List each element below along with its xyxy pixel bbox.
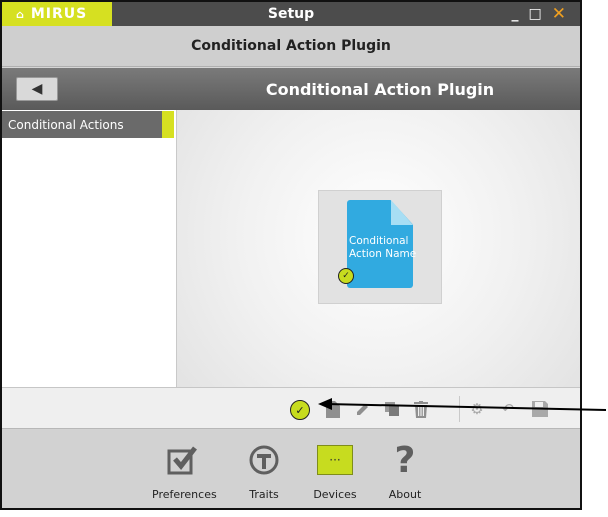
sidebar-item-conditional-actions[interactable]: Conditional Actions <box>2 111 174 138</box>
maximize-button[interactable]: □ <box>529 6 542 22</box>
sidebar: Conditional Actions <box>2 110 177 387</box>
content-area: Conditional Action Name ✓ <box>177 110 580 387</box>
close-button[interactable]: ✕ <box>552 4 566 24</box>
nav-bar: ◀ Conditional Action Plugin <box>2 68 580 110</box>
title-bar: ⌂ MIRUS Setup _ □ ✕ <box>2 2 580 26</box>
nav-traits[interactable]: Traits <box>239 441 289 501</box>
checkbox-icon <box>152 441 214 479</box>
check-icon[interactable]: ✓ <box>290 400 310 420</box>
tile-label: Conditional Action Name <box>349 235 417 260</box>
devices-icon: ··· <box>310 441 360 479</box>
window-controls: _ □ ✕ <box>512 2 566 26</box>
app-window: ⌂ MIRUS Setup _ □ ✕ Conditional Action P… <box>0 0 582 510</box>
check-icon: ✓ <box>338 268 354 284</box>
sidebar-item-label: Conditional Actions <box>8 117 124 132</box>
page-title: Conditional Action Plugin <box>265 79 495 99</box>
back-arrow-icon: ◀ <box>31 81 43 97</box>
conditional-action-tile[interactable]: Conditional Action Name ✓ <box>318 190 442 304</box>
traits-icon <box>239 441 289 479</box>
nav-label: Traits <box>249 488 279 501</box>
window-title: Setup <box>267 6 315 22</box>
minimize-button[interactable]: _ <box>512 6 519 22</box>
nav-devices[interactable]: ··· Devices <box>310 441 360 501</box>
back-button[interactable]: ◀ <box>16 77 58 101</box>
plugin-header: Conditional Action Plugin <box>2 26 580 67</box>
nav-preferences[interactable]: Preferences <box>152 441 217 501</box>
nav-label: Preferences <box>152 488 217 501</box>
annotation-arrow <box>318 398 606 411</box>
nav-label: About <box>388 488 422 501</box>
question-icon: ? <box>394 439 416 481</box>
nav-about[interactable]: ? About <box>385 439 425 502</box>
selection-indicator <box>162 111 174 138</box>
nav-label: Devices <box>313 488 357 501</box>
bottom-nav: Preferences Traits ··· Devices ? About <box>2 429 580 508</box>
